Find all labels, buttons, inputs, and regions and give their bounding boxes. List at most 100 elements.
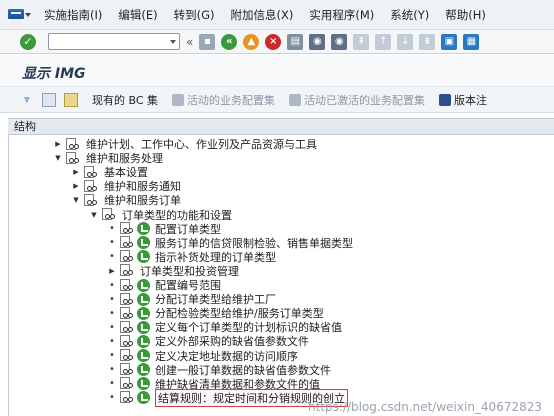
documentation-glasses-icon[interactable] (120, 264, 135, 277)
command-dropdown-icon[interactable] (170, 40, 176, 44)
documentation-glasses-icon[interactable] (66, 151, 81, 165)
execute-activity-icon[interactable] (137, 334, 150, 348)
menu-utilities[interactable]: 实用程序(M) (301, 7, 382, 23)
tree-row[interactable]: ▼ 维护和服务订单 (9, 193, 554, 207)
documentation-glasses-icon[interactable] (120, 292, 135, 306)
new-session-icon[interactable]: ▣ (441, 33, 458, 50)
command-input[interactable] (49, 34, 167, 49)
tree-row[interactable]: ▶ 维护和服务通知 (9, 179, 554, 193)
expand-node-icon[interactable]: ▶ (107, 266, 117, 276)
system-menu-icon[interactable] (8, 7, 31, 23)
execute-activity-icon[interactable] (137, 391, 150, 405)
documentation-glasses-icon[interactable] (120, 278, 135, 292)
title-bar: 显示 IMG (0, 55, 554, 87)
documentation-glasses-icon[interactable] (120, 334, 135, 348)
cancel-icon[interactable]: × (265, 33, 282, 50)
menu-goto[interactable]: 转到(G) (166, 7, 223, 23)
tree-row[interactable]: ▼ 订单类型的功能和设置 (9, 208, 554, 222)
tree-row[interactable]: • 配置订单类型 (9, 222, 554, 236)
command-field[interactable] (48, 33, 180, 50)
find-next-icon[interactable]: ◉ (331, 33, 348, 50)
menu-extras[interactable]: 附加信息(X) (223, 7, 302, 23)
activated-bc-sets-button[interactable]: 活动已激活的业务配置集 (289, 92, 425, 108)
leaf-bullet-icon: • (109, 350, 115, 361)
menu-bar: 实施指南(I) 编辑(E) 转到(G) 附加信息(X) 实用程序(M) 系统(Y… (0, 0, 554, 30)
tree-row[interactable]: • 创建一般订单数据的缺省值参数文件 (9, 363, 554, 377)
collapse-node-icon[interactable]: ▼ (53, 153, 63, 163)
collapse-node-icon[interactable]: ▼ (71, 195, 81, 205)
collapse-node-icon[interactable]: ▼ (89, 210, 99, 220)
documentation-glasses-icon[interactable] (66, 137, 81, 151)
documentation-glasses-icon[interactable] (120, 377, 135, 390)
existing-bc-sets-button[interactable]: 现有的 BC 集 (92, 92, 158, 108)
documentation-glasses-icon[interactable] (120, 306, 135, 320)
back-icon[interactable]: « (221, 33, 238, 50)
standard-toolbar: ✓ « ▪ « ▲ × ▤ ◉ ◉ ⇞ ↑ ↓ ⇟ ▣ ▦ (0, 30, 554, 54)
last-page-icon[interactable]: ⇟ (419, 33, 436, 50)
menu-system[interactable]: 系统(Y) (382, 7, 437, 23)
leaf-bullet-icon: • (109, 364, 115, 376)
project-icon[interactable] (64, 92, 78, 107)
execute-activity-icon[interactable] (137, 236, 150, 250)
bc-set-icon (172, 93, 185, 106)
tree-row[interactable]: • 定义外部采购的缺省值参数文件 (9, 334, 554, 348)
execute-activity-icon[interactable] (137, 320, 150, 334)
tree-row[interactable]: • 配置编号范围 (9, 278, 554, 292)
collapse-toolbar-icon[interactable]: « (186, 35, 193, 49)
leaf-bullet-icon: • (109, 279, 115, 291)
documentation-glasses-icon[interactable] (120, 363, 135, 376)
execute-activity-icon[interactable] (137, 278, 150, 292)
documentation-glasses-icon[interactable] (84, 165, 99, 179)
menu-implementation-guide[interactable]: 实施指南(I) (36, 7, 110, 23)
expand-node-icon[interactable]: ▶ (71, 167, 81, 177)
documentation-glasses-icon[interactable] (120, 236, 135, 249)
execute-activity-icon[interactable] (137, 292, 150, 306)
img-structure-tree: ▶ 维护计划、工作中心、作业列及产品资源与工具 ▼ 维护和服务处理 ▶ 基本设置 ▶ 维护和服… (8, 135, 554, 416)
documentation-glasses-icon[interactable] (120, 349, 135, 362)
exit-icon[interactable]: ▲ (243, 33, 260, 50)
execute-activity-icon[interactable] (137, 363, 150, 377)
tree-row[interactable]: ▼ 维护和服务处理 (9, 151, 554, 165)
execute-activity-icon[interactable] (137, 349, 150, 362)
tree-row[interactable]: ▶ 基本设置 (9, 165, 554, 179)
tree-row[interactable]: ▶ 订单类型和投资管理 (9, 264, 554, 278)
print-icon[interactable]: ▤ (287, 33, 304, 50)
tree-row[interactable]: • 服务订单的信贷限制检验、销售单据类型 (9, 236, 554, 250)
tree-row[interactable]: • 指示补货处理的订单类型 (9, 250, 554, 264)
expand-node-icon[interactable]: ▶ (53, 139, 63, 149)
first-page-icon[interactable]: ⇞ (353, 33, 370, 50)
menu-edit[interactable]: 编辑(E) (110, 7, 165, 23)
leaf-bullet-icon: • (109, 251, 115, 263)
enter-check-icon[interactable]: ✓ (20, 33, 36, 50)
documentation-icon[interactable] (42, 92, 56, 107)
documentation-glasses-icon[interactable] (120, 250, 135, 263)
next-page-icon[interactable]: ↓ (397, 33, 414, 50)
tree-row[interactable]: • 分配检验类型给维护/服务订单类型 (9, 306, 554, 320)
tree-row[interactable]: • 定义每个订单类型的计划标识的缺省值 (9, 320, 554, 334)
documentation-glasses-icon[interactable] (120, 222, 135, 235)
documentation-glasses-icon[interactable] (84, 179, 99, 193)
tree-row[interactable]: ▶ 维护计划、工作中心、作业列及产品资源与工具 (9, 137, 554, 151)
expand-node-icon[interactable]: ▶ (71, 181, 81, 191)
documentation-glasses-icon[interactable] (120, 391, 135, 404)
execute-activity-icon[interactable] (137, 306, 150, 320)
documentation-glasses-icon[interactable] (84, 193, 99, 207)
leaf-bullet-icon: • (109, 335, 115, 347)
execute-activity-icon[interactable] (137, 222, 150, 236)
leaf-bullet-icon: • (109, 293, 115, 305)
find-icon[interactable]: ◉ (309, 33, 326, 50)
execute-activity-icon[interactable] (137, 377, 150, 391)
execute-activity-icon[interactable] (137, 250, 150, 264)
tree-row[interactable]: • 分配订单类型给维护工厂 (9, 292, 554, 306)
application-toolbar: ⩔ 现有的 BC 集 活动的业务配置集 活动已激活的业务配置集 版本注 (0, 87, 554, 113)
save-icon[interactable]: ▪ (199, 33, 216, 50)
shortcut-icon[interactable]: ▦ (463, 33, 480, 50)
active-bc-sets-button[interactable]: 活动的业务配置集 (172, 92, 275, 108)
menu-help[interactable]: 帮助(H) (437, 7, 494, 23)
documentation-glasses-icon[interactable] (120, 320, 135, 334)
previous-page-icon[interactable]: ↑ (375, 33, 392, 50)
expand-all-icon[interactable]: ⩔ (20, 93, 34, 107)
documentation-glasses-icon[interactable] (102, 208, 117, 221)
release-notes-button[interactable]: 版本注 (439, 92, 487, 108)
tree-row[interactable]: • 定义决定地址数据的访问顺序 (9, 349, 554, 363)
